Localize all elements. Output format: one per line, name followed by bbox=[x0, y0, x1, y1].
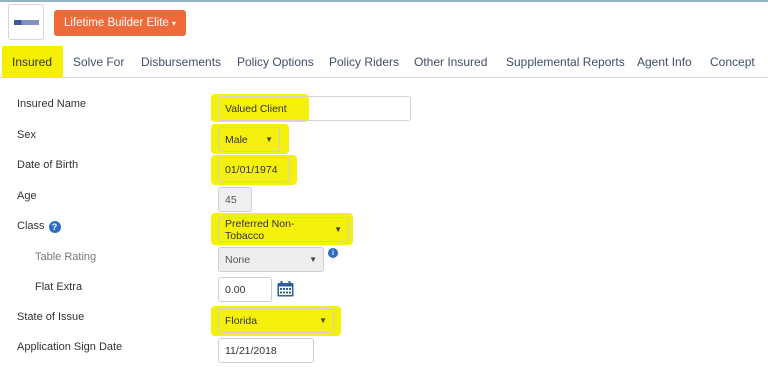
age-label: Age bbox=[17, 190, 37, 202]
insured-name-input[interactable]: Valued Client bbox=[218, 96, 411, 121]
flat-extra-input[interactable]: 0.00 bbox=[218, 277, 272, 302]
tab-supplemental-reports[interactable]: Supplemental Reports bbox=[506, 46, 625, 78]
tab-bar: Insured Solve For Disbursements Policy O… bbox=[0, 46, 768, 78]
info-icon[interactable]: i bbox=[328, 248, 338, 258]
calendar-icon[interactable] bbox=[277, 281, 294, 297]
dob-input[interactable]: 01/01/1974 bbox=[218, 157, 290, 182]
tab-disbursements[interactable]: Disbursements bbox=[141, 46, 221, 78]
dob-value: 01/01/1974 bbox=[225, 163, 278, 176]
insured-name-label: Insured Name bbox=[17, 98, 87, 110]
sign-date-label: Application Sign Date bbox=[17, 341, 123, 353]
state-of-issue-value: Florida bbox=[225, 314, 258, 327]
help-icon[interactable]: ? bbox=[48, 221, 61, 233]
select-caret-icon: ▼ bbox=[309, 255, 317, 264]
tab-policy-riders[interactable]: Policy Riders bbox=[329, 46, 399, 78]
insured-name-value: Valued Client bbox=[225, 102, 287, 115]
sex-value: Male bbox=[225, 133, 248, 146]
sign-date-input[interactable]: 11/21/2018 bbox=[218, 338, 314, 363]
tab-other-insured[interactable]: Other Insured bbox=[414, 46, 487, 78]
chevron-down-icon: ▾ bbox=[171, 18, 176, 28]
table-rating-label: Table Rating bbox=[35, 251, 97, 263]
age-value: 45 bbox=[225, 193, 237, 206]
tab-concept[interactable]: Concept bbox=[710, 46, 755, 78]
table-rating-value: None bbox=[225, 253, 251, 266]
age-field: 45 bbox=[218, 187, 252, 212]
dob-label: Date of Birth bbox=[17, 159, 79, 171]
class-label-text: Class bbox=[17, 220, 45, 232]
select-caret-icon: ▼ bbox=[334, 225, 342, 234]
sign-date-value: 11/21/2018 bbox=[225, 344, 277, 357]
sex-select[interactable]: Male ▼ bbox=[218, 127, 280, 152]
tab-policy-options[interactable]: Policy Options bbox=[237, 46, 314, 78]
select-caret-icon: ▼ bbox=[319, 316, 327, 325]
tab-agent-info[interactable]: Agent Info bbox=[637, 46, 692, 78]
tab-insured[interactable]: Insured bbox=[2, 46, 64, 78]
logo-mark bbox=[14, 20, 39, 25]
class-select[interactable]: Preferred Non-Tobacco ▼ bbox=[218, 217, 349, 242]
table-rating-select[interactable]: None ▼ bbox=[218, 247, 324, 272]
state-of-issue-select[interactable]: Florida ▼ bbox=[218, 308, 334, 333]
class-value: Preferred Non-Tobacco bbox=[225, 217, 295, 242]
sex-label: Sex bbox=[17, 129, 36, 141]
flat-extra-value: 0.00 bbox=[225, 283, 246, 296]
product-button-label: Lifetime Builder Elite bbox=[64, 17, 169, 29]
product-dropdown-button[interactable]: Lifetime Builder Elite ▾ bbox=[54, 10, 186, 36]
app-header: Lifetime Builder Elite ▾ bbox=[0, 2, 768, 44]
class-label: Class? bbox=[17, 220, 61, 233]
company-logo[interactable] bbox=[8, 4, 44, 40]
flat-extra-label: Flat Extra bbox=[35, 281, 83, 293]
state-of-issue-label: State of Issue bbox=[17, 311, 85, 323]
select-caret-icon: ▼ bbox=[265, 135, 273, 144]
tab-solve-for[interactable]: Solve For bbox=[73, 46, 124, 78]
